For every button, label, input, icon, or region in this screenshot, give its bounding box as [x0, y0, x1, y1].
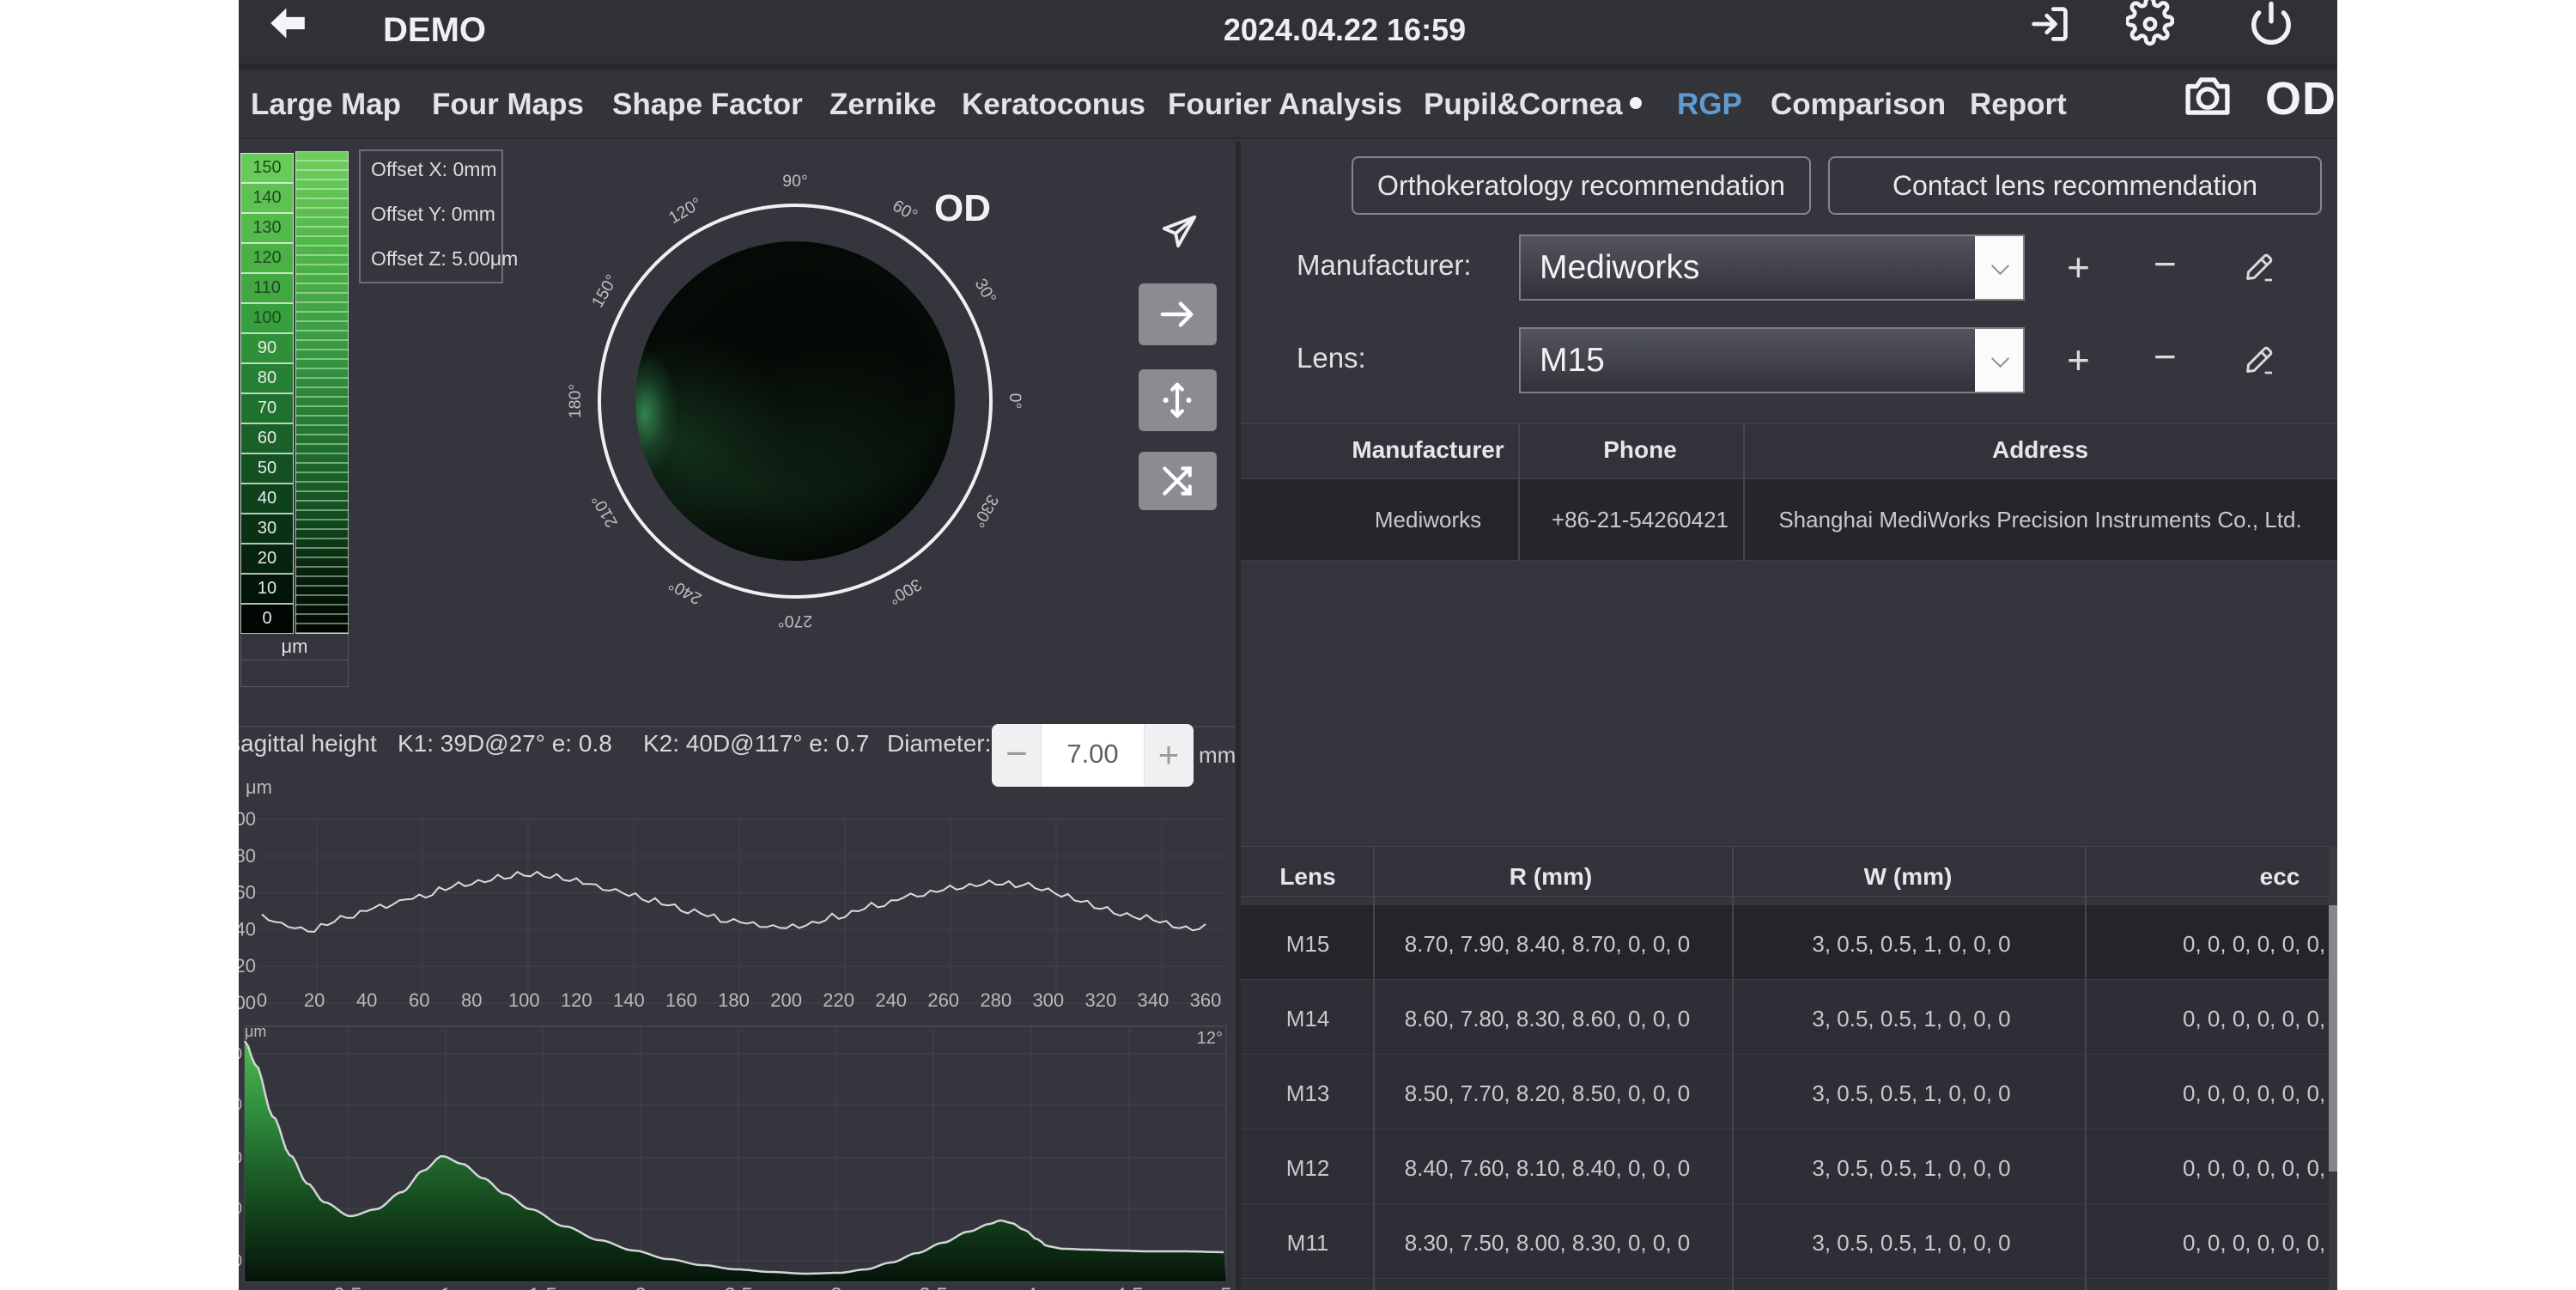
- svg-text:50: 50: [239, 1045, 242, 1062]
- svg-text:0.5: 0.5: [333, 1284, 361, 1290]
- svg-text:4: 4: [1025, 1284, 1036, 1290]
- svg-text:μm: μm: [245, 1023, 266, 1040]
- svg-text:3.5: 3.5: [919, 1284, 947, 1290]
- svg-text:1.5: 1.5: [528, 1284, 556, 1290]
- svg-text:5: 5: [1220, 1284, 1231, 1290]
- svg-text:40: 40: [239, 1096, 242, 1113]
- svg-text:2: 2: [635, 1284, 646, 1290]
- svg-text:4.5: 4.5: [1115, 1284, 1143, 1290]
- svg-text:1: 1: [440, 1284, 451, 1290]
- svg-text:20: 20: [239, 1200, 242, 1217]
- svg-text:30: 30: [239, 1149, 242, 1166]
- svg-text:2.5: 2.5: [724, 1284, 752, 1290]
- svg-text:12°: 12°: [1197, 1029, 1223, 1048]
- svg-text:3: 3: [830, 1284, 841, 1290]
- svg-text:10: 10: [239, 1252, 242, 1269]
